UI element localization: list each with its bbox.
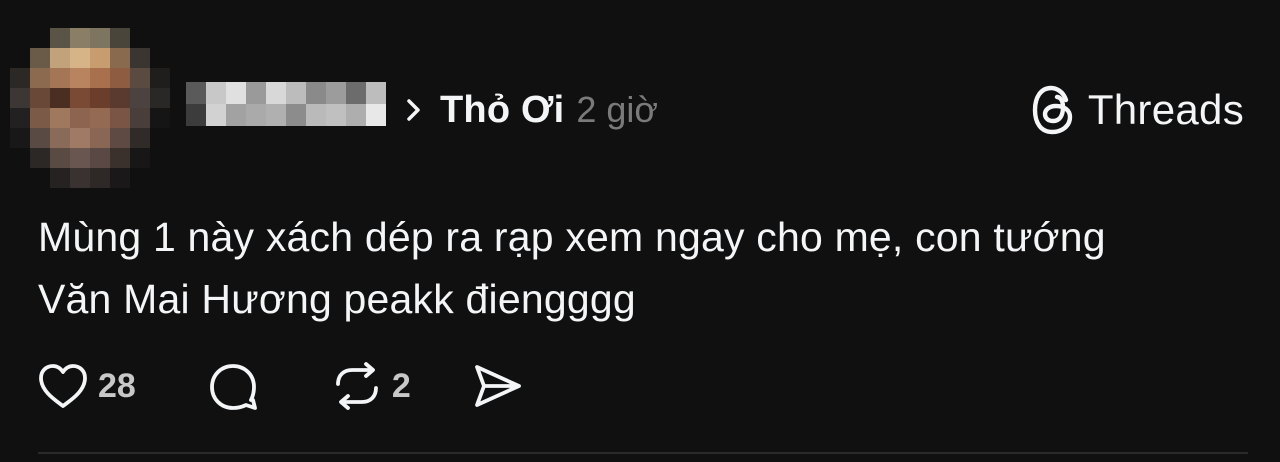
share-button[interactable] <box>471 359 525 413</box>
send-icon <box>471 359 525 413</box>
username-pixelated[interactable] <box>186 82 386 126</box>
threads-post: Thỏ Ơi 2 giờ Threads Mùng 1 này xách dép… <box>0 0 1280 462</box>
post-divider <box>38 452 1248 454</box>
post-text-line: Văn Mai Hương peakk điengggg <box>38 276 636 322</box>
post-header: Thỏ Ơi 2 giờ <box>404 82 658 138</box>
avatar[interactable] <box>10 28 170 188</box>
brand-name: Threads <box>1087 86 1244 133</box>
repost-count: 2 <box>391 366 411 405</box>
repost-button[interactable]: 2 <box>330 359 411 413</box>
threads-brand: Threads <box>1030 80 1244 140</box>
threads-logo-icon <box>1030 83 1078 137</box>
like-count: 28 <box>98 366 136 405</box>
post-text-line: Mùng 1 này xách dép ra rạp xem ngay cho … <box>38 214 1106 260</box>
comment-button[interactable] <box>206 359 260 413</box>
reply-to-username[interactable]: Thỏ Ơi <box>440 89 564 132</box>
post-text: Mùng 1 này xách dép ra rạp xem ngay cho … <box>38 206 1248 330</box>
like-button[interactable]: 28 <box>36 359 136 413</box>
comment-icon <box>206 359 260 413</box>
heart-icon <box>36 359 90 413</box>
chevron-right-icon <box>404 95 430 125</box>
repost-icon <box>330 359 384 413</box>
post-timestamp: 2 giờ <box>576 89 659 130</box>
post-actions: 28 2 <box>36 356 525 416</box>
